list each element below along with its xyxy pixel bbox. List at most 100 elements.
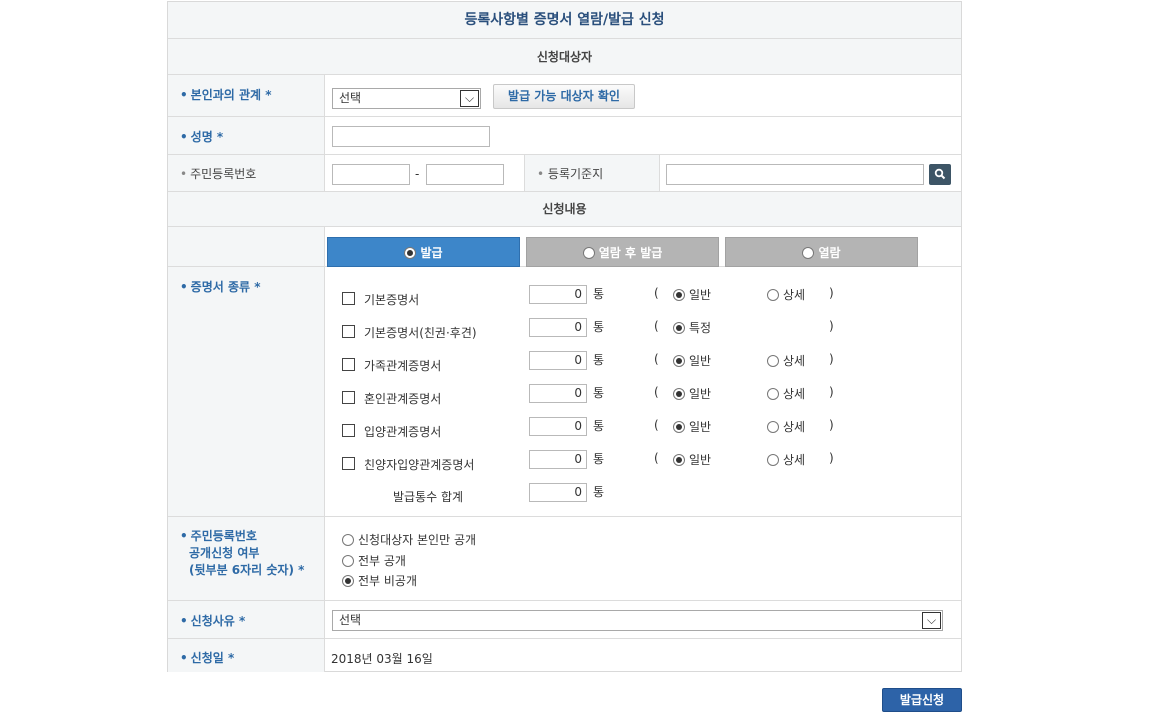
reason-label: 신청사유 *: [180, 612, 246, 629]
paren-close: ): [829, 418, 834, 432]
certificate-option-1-label: 일반: [689, 453, 712, 467]
radio-icon: [342, 575, 354, 587]
certificate-checkbox[interactable]: [342, 424, 355, 437]
certificate-unit: 통: [593, 419, 605, 433]
certificate-unit: 통: [593, 320, 605, 334]
paren-close: ): [829, 385, 834, 399]
certificate-option-2-label: 상세: [783, 354, 806, 368]
certificate-unit: 통: [593, 353, 605, 367]
radio-icon: [767, 289, 779, 301]
radio-icon: [673, 289, 685, 301]
date-label: 신청일 *: [180, 649, 235, 666]
radio-icon: [342, 555, 354, 567]
certificate-checkbox[interactable]: [342, 391, 355, 404]
relation-label: 본인과의 관계 *: [180, 86, 272, 103]
base-address-label-cell: • 등록기준지: [524, 155, 660, 191]
certificate-option-1-label: 특정: [689, 321, 712, 335]
total-unit: 통: [593, 485, 605, 499]
date-row: 신청일 * 2018년 03월 16일: [168, 639, 961, 672]
certificate-unit: 통: [593, 386, 605, 400]
certificates-row: 증명서 종류 * 기본증명서0통(일반상세)기본증명서(친권·후견)0통(특정)…: [168, 267, 961, 517]
certificate-option-1[interactable]: 일반: [673, 385, 711, 402]
certificate-option-2-label: 상세: [783, 387, 806, 401]
tab-issue[interactable]: 발급: [327, 237, 520, 267]
name-row: 성명 *: [168, 117, 961, 155]
certificate-option-1[interactable]: 특정: [673, 319, 711, 336]
name-label: 성명 *: [180, 128, 224, 145]
rrn-disclose-label-1: 주민등록번호: [180, 527, 257, 544]
section-request-header: 신청내용: [168, 192, 961, 227]
radio-icon: [767, 388, 779, 400]
certificate-option-2-label: 상세: [783, 288, 806, 302]
reason-row: 신청사유 * 선택 ⌵: [168, 601, 961, 639]
tabs-row: 발급 열람 후 발급 열람: [168, 227, 961, 267]
certificate-option-2[interactable]: 상세: [767, 418, 805, 435]
paren-open: (: [654, 319, 659, 333]
certificate-option-2-label: 상세: [783, 420, 806, 434]
certificate-checkbox[interactable]: [342, 457, 355, 470]
form-title: 등록사항별 증명서 열람/발급 신청: [168, 2, 961, 39]
submit-button[interactable]: 발급신청: [882, 688, 962, 712]
certificate-count-input[interactable]: 0: [529, 384, 587, 403]
certificate-option-2[interactable]: 상세: [767, 451, 805, 468]
radio-icon: [673, 355, 685, 367]
paren-close: ): [829, 451, 834, 465]
certificate-checkbox[interactable]: [342, 292, 355, 305]
reason-select-value: 선택: [339, 613, 362, 627]
certificate-option-1[interactable]: 일반: [673, 418, 711, 435]
certificate-option-1[interactable]: 일반: [673, 286, 711, 303]
chevron-down-icon: ⌵: [922, 612, 941, 629]
rrn-back-input[interactable]: [426, 164, 504, 185]
certificate-option-2[interactable]: 상세: [767, 286, 805, 303]
paren-open: (: [654, 451, 659, 465]
certificate-name: 가족관계증명서: [364, 359, 442, 373]
radio-icon: [767, 421, 779, 433]
certificate-option-1[interactable]: 일반: [673, 451, 711, 468]
radio-icon: [673, 454, 685, 466]
rrn-row: 주민등록번호 - • 등록기준지: [168, 155, 961, 192]
certificate-name: 기본증명서: [364, 293, 420, 307]
search-icon[interactable]: [929, 164, 951, 185]
certificate-count-input[interactable]: 0: [529, 450, 587, 469]
disclose-option-all[interactable]: 전부 공개: [342, 552, 406, 569]
paren-open: (: [654, 418, 659, 432]
certificate-unit: 통: [593, 287, 605, 301]
certificate-unit: 통: [593, 452, 605, 466]
total-count: 0: [529, 483, 587, 502]
rrn-separator: -: [415, 167, 420, 181]
radio-icon: [673, 388, 685, 400]
radio-icon: [673, 322, 685, 334]
rrn-disclose-row: 주민등록번호 공개신청 여부 (뒷부분 6자리 숫자) * 신청대상자 본인만 …: [168, 517, 961, 601]
certificate-count-input[interactable]: 0: [529, 351, 587, 370]
radio-icon: [802, 247, 815, 259]
tab-view-then-issue[interactable]: 열람 후 발급: [526, 237, 719, 267]
certificate-count-input[interactable]: 0: [529, 318, 587, 337]
base-address-input[interactable]: [666, 164, 924, 185]
check-eligible-button[interactable]: 발급 가능 대상자 확인: [493, 84, 635, 109]
paren-close: ): [829, 286, 834, 300]
certificate-option-2[interactable]: 상세: [767, 385, 805, 402]
relation-select[interactable]: 선택 ⌵: [332, 88, 481, 109]
relation-row: 본인과의 관계 * 선택 ⌵ 발급 가능 대상자 확인: [168, 75, 961, 117]
chevron-down-icon: ⌵: [460, 90, 479, 107]
disclose-option-none[interactable]: 전부 비공개: [342, 572, 417, 589]
tab-view[interactable]: 열람: [725, 237, 918, 267]
certificate-checkbox[interactable]: [342, 358, 355, 371]
certificate-checkbox[interactable]: [342, 325, 355, 338]
reason-select[interactable]: 선택 ⌵: [332, 610, 943, 631]
rrn-front-input[interactable]: [332, 164, 410, 185]
certificate-option-2[interactable]: 상세: [767, 352, 805, 369]
name-input[interactable]: [332, 126, 490, 147]
disclose-option-self[interactable]: 신청대상자 본인만 공개: [342, 531, 476, 548]
certificate-option-2-label: 상세: [783, 453, 806, 467]
paren-close: ): [829, 319, 834, 333]
paren-close: ): [829, 352, 834, 366]
certificate-option-1-label: 일반: [689, 354, 712, 368]
certificate-count-input[interactable]: 0: [529, 285, 587, 304]
certificate-count-input[interactable]: 0: [529, 417, 587, 436]
certificate-option-1[interactable]: 일반: [673, 352, 711, 369]
certificate-name: 혼인관계증명서: [364, 392, 442, 406]
base-address-label: 등록기준지: [547, 167, 604, 181]
paren-open: (: [654, 286, 659, 300]
radio-icon: [673, 421, 685, 433]
